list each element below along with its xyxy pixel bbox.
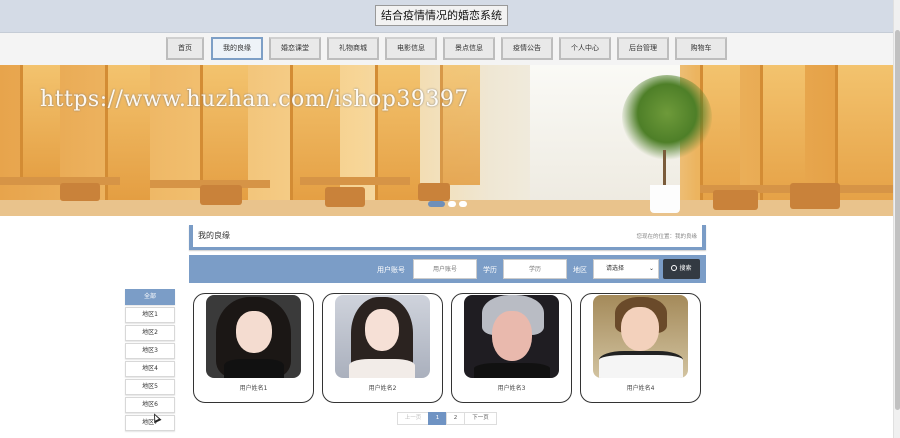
search-icon	[671, 265, 678, 271]
carousel-dot-3[interactable]	[459, 201, 467, 207]
user-card[interactable]: 用户姓名4	[580, 293, 701, 403]
user-name: 用户姓名1	[239, 385, 268, 392]
region-select-value: 请选择	[606, 265, 625, 272]
nav-item-my-match[interactable]: 我的良缘	[211, 37, 263, 60]
user-photo[interactable]	[593, 295, 688, 378]
scrollbar-thumb[interactable]	[895, 30, 900, 410]
nav-item-home[interactable]: 首页	[166, 37, 204, 60]
site-title: 结合疫情情况的婚恋系统	[375, 5, 508, 26]
account-input[interactable]	[413, 259, 477, 279]
page-button-2[interactable]: 2	[446, 412, 465, 425]
main-nav: 首页 我的良缘 婚恋课堂 礼物商城 电影信息 景点信息 疫情公告 个人中心 后台…	[0, 33, 893, 65]
nav-item-movies[interactable]: 电影信息	[385, 37, 437, 60]
region-item-1[interactable]: 地区1	[125, 307, 175, 323]
page-scrollbar[interactable]	[893, 0, 900, 438]
prev-page-button[interactable]: 上一页	[397, 412, 429, 425]
user-card[interactable]: 用户姓名2	[322, 293, 443, 403]
user-card[interactable]: 用户姓名3	[451, 293, 572, 403]
nav-item-love-class[interactable]: 婚恋课堂	[269, 37, 321, 60]
user-name: 用户姓名3	[497, 385, 526, 392]
carousel-dot-2[interactable]	[448, 201, 456, 207]
region-item-7[interactable]: 地区7	[125, 415, 175, 431]
search-bar: 用户账号 学历 地区 请选择 ⌄ 搜索	[189, 255, 706, 283]
next-page-button[interactable]: 下一页	[464, 412, 497, 425]
region-item-4[interactable]: 地区4	[125, 361, 175, 377]
carousel-dot-1[interactable]	[428, 201, 445, 207]
search-button[interactable]: 搜索	[663, 259, 700, 279]
user-photo[interactable]	[464, 295, 559, 378]
search-button-label: 搜索	[679, 265, 692, 272]
chevron-down-icon: ⌄	[648, 265, 654, 272]
region-label: 地区	[573, 266, 587, 274]
region-item-6[interactable]: 地区6	[125, 397, 175, 413]
section-header: 我的良缘 您现在的位置：我的良缘	[189, 225, 706, 250]
account-label: 用户账号	[377, 266, 405, 274]
region-select[interactable]: 请选择 ⌄	[593, 259, 659, 279]
header-bar: 结合疫情情况的婚恋系统	[0, 0, 893, 33]
user-name: 用户姓名4	[626, 385, 655, 392]
banner-carousel[interactable]: https://www.huzhan.com/ishop39397	[0, 65, 893, 216]
nav-item-gift-shop[interactable]: 礼物商城	[327, 37, 379, 60]
nav-item-cart[interactable]: 购物车	[675, 37, 727, 60]
region-item-all[interactable]: 全部	[125, 289, 175, 305]
nav-item-personal-center[interactable]: 个人中心	[559, 37, 611, 60]
region-item-3[interactable]: 地区3	[125, 343, 175, 359]
education-label: 学历	[483, 266, 497, 274]
nav-item-attractions[interactable]: 景点信息	[443, 37, 495, 60]
user-photo[interactable]	[206, 295, 301, 378]
plant-image	[622, 75, 712, 160]
nav-item-epidemic-notice[interactable]: 疫情公告	[501, 37, 553, 60]
nav-item-admin[interactable]: 后台管理	[617, 37, 669, 60]
user-card[interactable]: 用户姓名1	[193, 293, 314, 403]
region-item-5[interactable]: 地区5	[125, 379, 175, 395]
user-photo[interactable]	[335, 295, 430, 378]
section-title: 我的良缘	[198, 231, 230, 240]
banner-watermark: https://www.huzhan.com/ishop39397	[40, 87, 469, 112]
breadcrumb: 您现在的位置：我的良缘	[636, 234, 697, 240]
user-name: 用户姓名2	[368, 385, 397, 392]
region-item-2[interactable]: 地区2	[125, 325, 175, 341]
page-button-1[interactable]: 1	[428, 412, 447, 425]
education-input[interactable]	[503, 259, 567, 279]
